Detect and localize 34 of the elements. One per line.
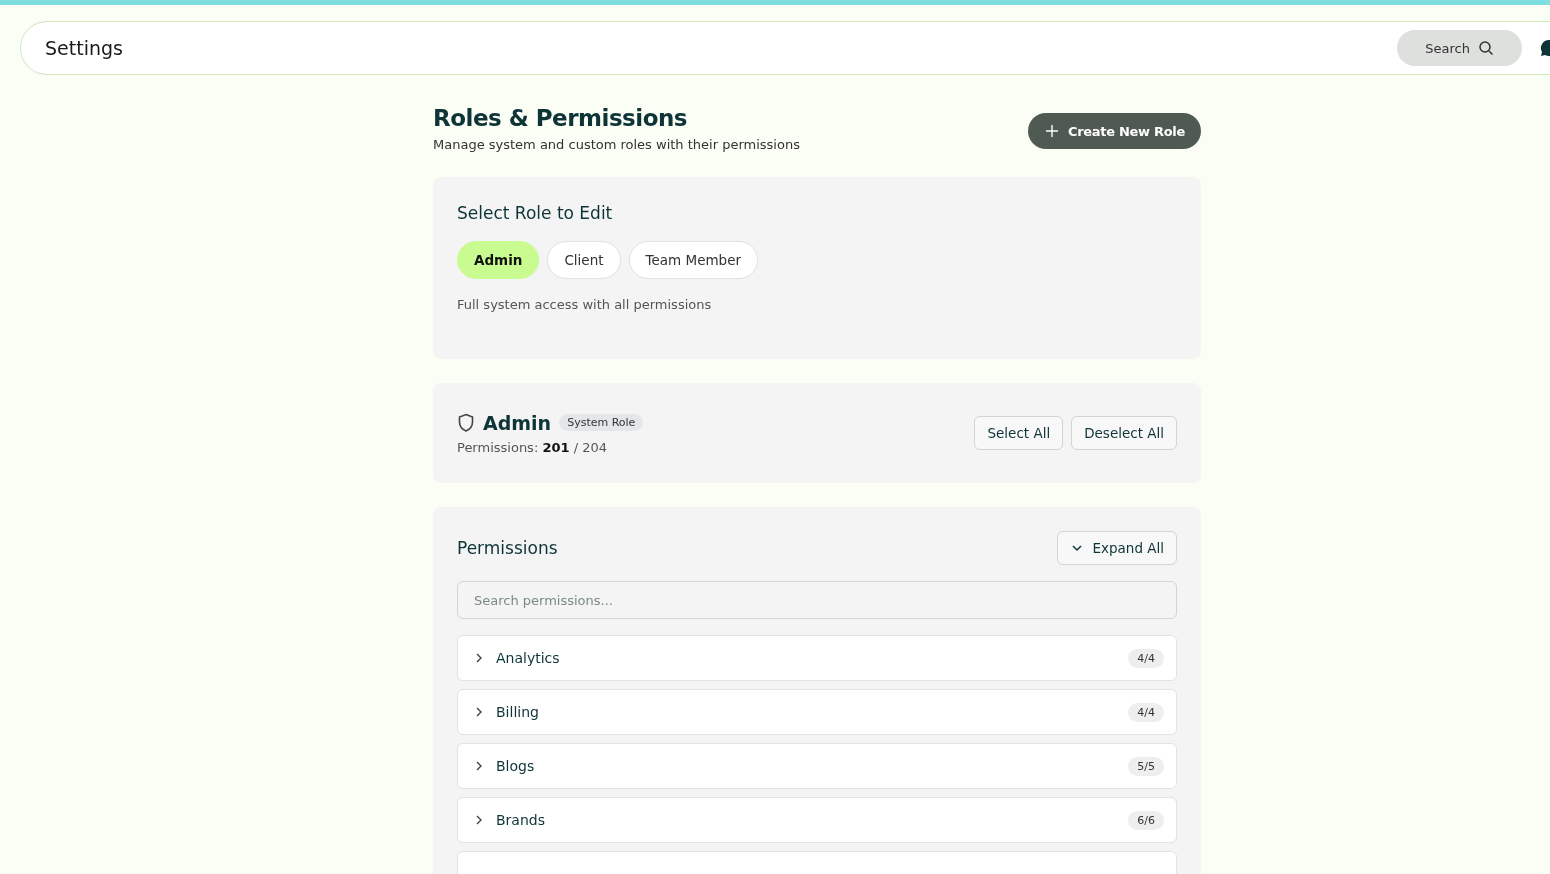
- group-count: 6/6: [1128, 810, 1164, 830]
- role-description: Full system access with all permissions: [457, 297, 713, 312]
- search-icon: [1478, 40, 1494, 56]
- permission-group-row[interactable]: Billing 4/4: [457, 689, 1177, 735]
- group-name: Billing: [496, 704, 540, 720]
- role-tab[interactable]: Team Member: [628, 241, 759, 279]
- group-count: 4/4: [1128, 702, 1164, 722]
- permission-group-row[interactable]: Blogs 5/5: [457, 743, 1177, 789]
- permission-group-row[interactable]: Brands 6/6: [457, 797, 1177, 843]
- permissions-count: Permissions: 201 / 204: [457, 439, 608, 455]
- create-role-button[interactable]: Create New Role: [1027, 113, 1201, 149]
- chevron-down-icon: [1072, 543, 1083, 553]
- role-name: Admin: [483, 411, 552, 434]
- search-permissions-field[interactable]: Search permissions...: [457, 581, 1177, 619]
- group-count: 4/4: [1128, 648, 1164, 668]
- shield-icon: [457, 412, 475, 433]
- group-count: 5/5: [1128, 756, 1164, 776]
- group-name: Analytics: [496, 650, 561, 666]
- permission-group-row[interactable]: Analytics 4/4: [457, 635, 1177, 681]
- group-name: Brands: [496, 812, 546, 828]
- role-tab[interactable]: Admin: [457, 241, 540, 279]
- role-tab[interactable]: Client: [547, 241, 621, 279]
- deselect-all-button[interactable]: Deselect All: [1071, 416, 1177, 450]
- plus-icon: [1045, 125, 1058, 137]
- page-title: Settings: [45, 37, 124, 59]
- search-button[interactable]: Search: [1397, 30, 1522, 66]
- card-title: Select Role to Edit: [457, 203, 614, 223]
- system-role-badge: System Role: [559, 414, 644, 431]
- group-name: Blogs: [496, 758, 536, 774]
- select-all-button[interactable]: Select All: [974, 416, 1064, 450]
- section-subtitle: Manage system and custom roles with their permissions: [433, 137, 800, 152]
- section-heading: Roles & Permissions: [433, 105, 689, 131]
- card-title: Permissions: [457, 538, 558, 558]
- expand-all-button[interactable]: Expand All: [1057, 531, 1177, 565]
